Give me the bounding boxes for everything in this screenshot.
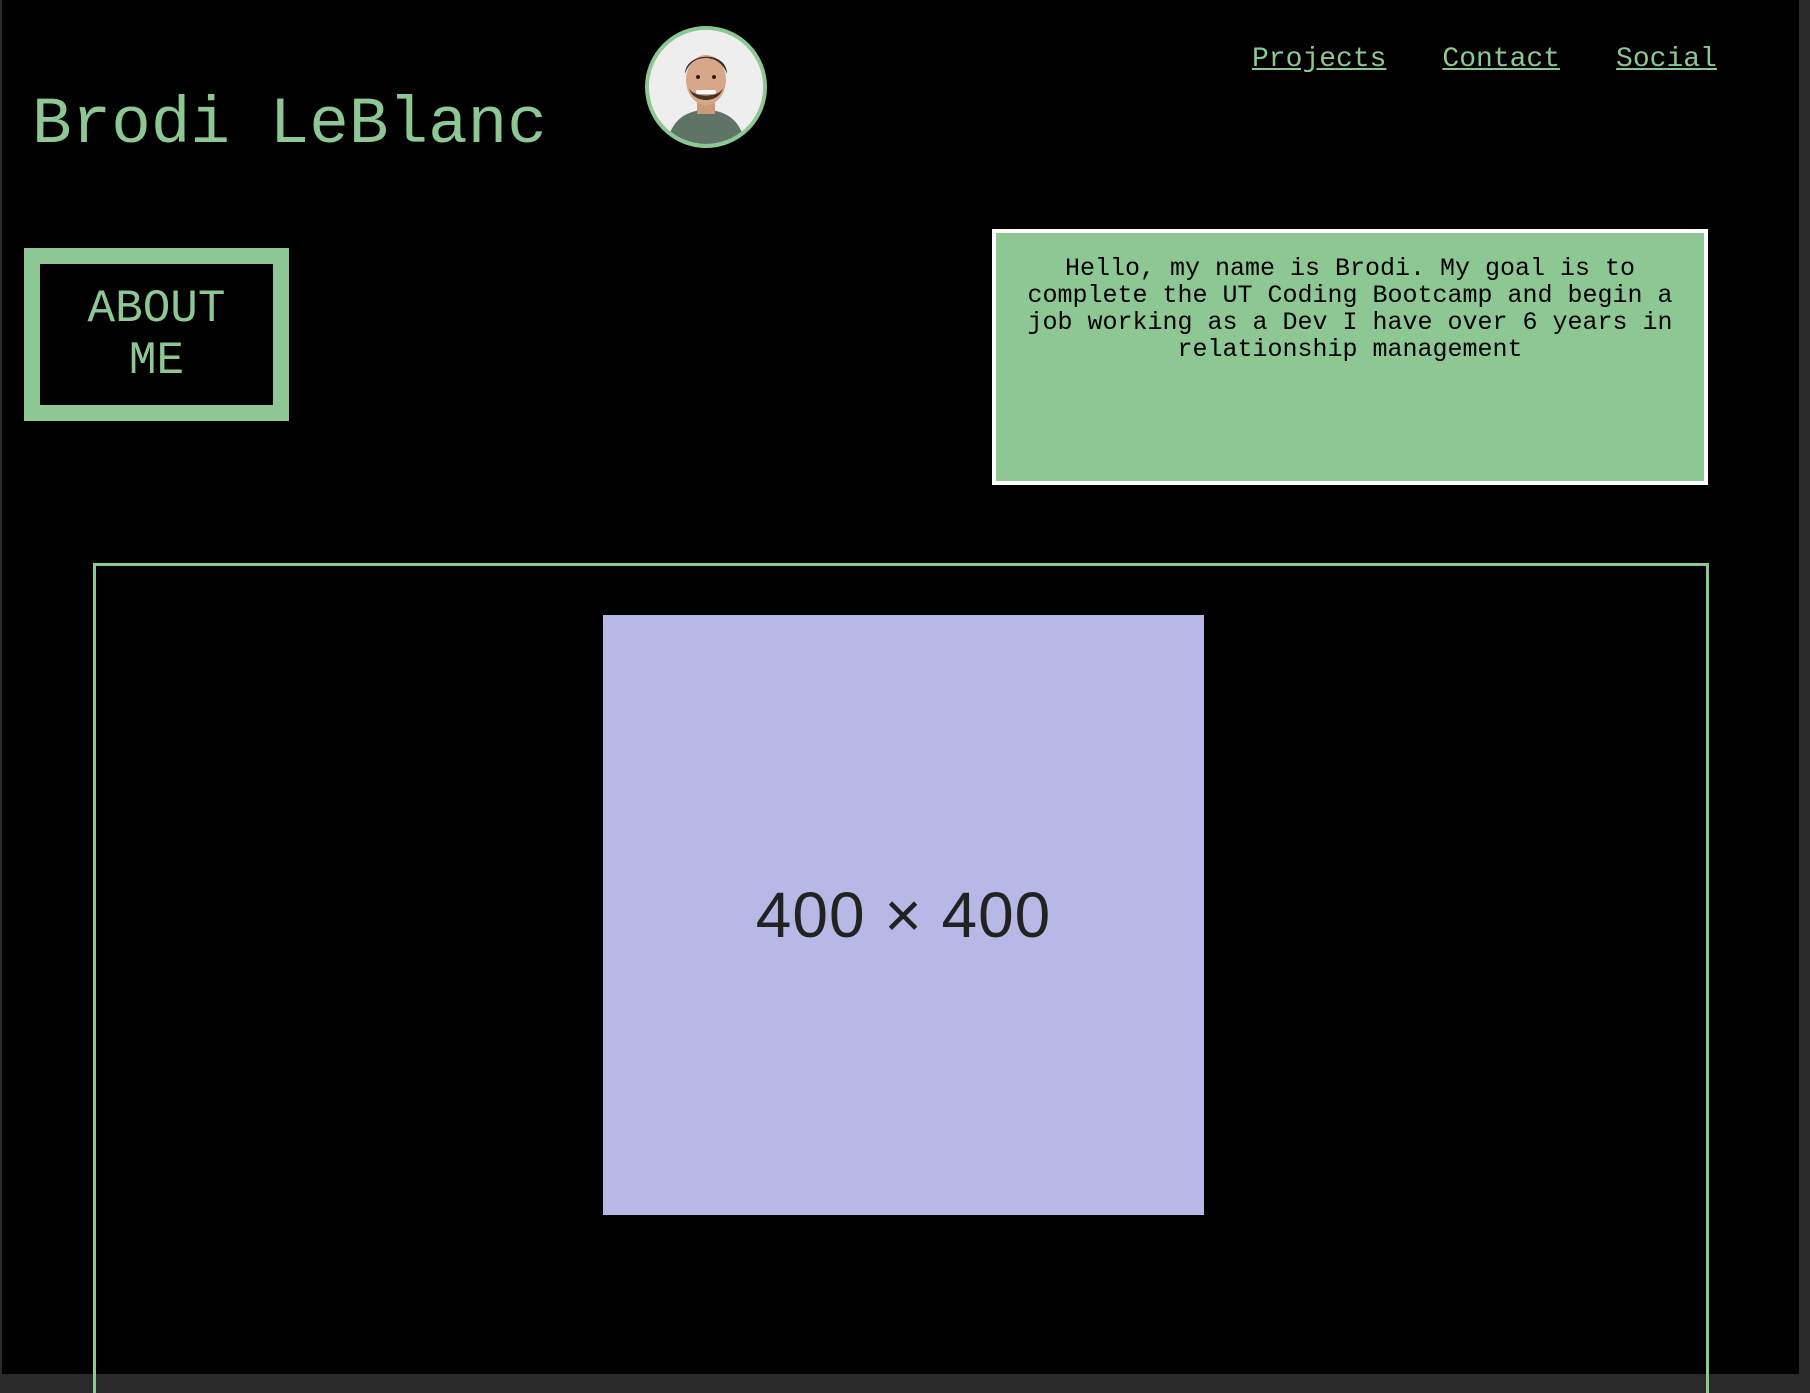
placeholder-label: 400 × 400	[755, 879, 1052, 951]
site-title: Brodi LeBlanc	[32, 87, 547, 162]
about-me-heading-box: ABOUT ME	[24, 248, 289, 421]
avatar	[645, 26, 767, 148]
avatar-photo-icon	[649, 30, 763, 144]
main-nav: Projects Contact Social	[1252, 44, 1717, 75]
about-me-text: Hello, my name is Brodi. My goal is to c…	[1027, 254, 1673, 364]
nav-link-contact[interactable]: Contact	[1442, 44, 1560, 75]
project-placeholder-image: 400 × 400	[603, 615, 1204, 1215]
about-me-text-box: Hello, my name is Brodi. My goal is to c…	[992, 229, 1708, 485]
page: Brodi LeBlanc Projects Contact Social AB…	[2, 0, 1799, 1393]
nav-link-social[interactable]: Social	[1616, 44, 1717, 75]
nav-link-projects[interactable]: Projects	[1252, 44, 1386, 75]
about-me-heading: ABOUT ME	[87, 282, 226, 387]
